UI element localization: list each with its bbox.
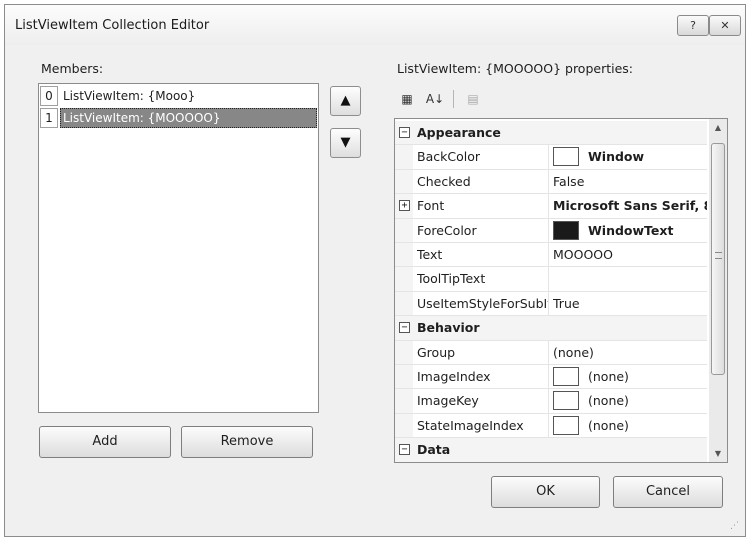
property-value[interactable]: MOOOOO	[553, 243, 707, 266]
category-data[interactable]: − Data	[395, 438, 707, 462]
properties-label: ListViewItem: {MOOOOO} properties:	[397, 61, 634, 76]
property-grid-toolbar: ▦ A↓ ▤	[393, 87, 493, 111]
property-value[interactable]: True	[553, 292, 707, 315]
ok-button[interactable]: OK	[491, 476, 600, 508]
property-pages-icon[interactable]: ▤	[462, 89, 484, 109]
collapse-icon[interactable]: −	[399, 444, 410, 456]
close-button[interactable]: ✕	[709, 15, 741, 36]
color-swatch	[553, 220, 579, 240]
scroll-down-icon[interactable]: ▼	[709, 445, 727, 462]
row-margin	[395, 169, 413, 194]
toolbar-separator	[453, 90, 454, 108]
help-button[interactable]: ?	[677, 15, 709, 36]
property-value-text: (none)	[588, 393, 629, 409]
property-value[interactable]: Microsoft Sans Serif, 8	[553, 194, 707, 217]
collection-editor-window: ListViewItem Collection Editor ? ✕ Membe…	[4, 4, 746, 537]
property-name: StateImageIndex	[417, 413, 549, 438]
property-name: Group	[417, 340, 549, 364]
member-label: ListViewItem: {Mooo}	[63, 89, 196, 103]
cancel-button[interactable]: Cancel	[613, 476, 723, 508]
property-row-backcolor[interactable]: BackColor Window	[395, 145, 707, 170]
vertical-scrollbar[interactable]: ▲ ▼	[709, 119, 727, 462]
category-name: Appearance	[417, 125, 501, 140]
category-appearance[interactable]: − Appearance	[395, 121, 707, 146]
property-name: ToolTipText	[417, 267, 549, 291]
remove-button[interactable]: Remove	[181, 426, 313, 458]
property-name: Text	[417, 243, 549, 267]
scroll-thumb[interactable]	[711, 143, 725, 375]
property-row-imagekey[interactable]: ImageKey (none)	[395, 389, 707, 414]
member-index: 0	[40, 86, 58, 106]
property-value[interactable]: (none)	[553, 341, 707, 364]
categorized-icon[interactable]: ▦	[396, 89, 418, 109]
member-item-1[interactable]: 1 ListViewItem: {MOOOOO}	[40, 107, 317, 129]
row-margin	[395, 389, 413, 413]
property-row-text[interactable]: Text MOOOOO	[395, 243, 707, 268]
add-button[interactable]: Add	[39, 426, 171, 458]
property-value-text: WindowText	[588, 222, 674, 238]
member-label: ListViewItem: {MOOOOO}	[60, 108, 317, 128]
property-name: ForeColor	[417, 218, 549, 242]
property-name: ImageIndex	[417, 365, 549, 389]
property-row-forecolor[interactable]: ForeColor WindowText	[395, 218, 707, 243]
property-name: Font	[417, 194, 549, 218]
row-margin	[395, 243, 413, 267]
property-value[interactable]: (none)	[553, 389, 707, 412]
property-value[interactable]: WindowText	[553, 219, 707, 242]
arrow-down-icon: ▼	[340, 135, 351, 150]
image-preview-box	[553, 391, 579, 411]
scroll-up-icon[interactable]: ▲	[709, 119, 727, 136]
property-row-checked[interactable]: Checked False	[395, 169, 707, 195]
property-value[interactable]: False	[553, 170, 707, 193]
property-row-tooltiptext[interactable]: ToolTipText	[395, 267, 707, 292]
move-down-button[interactable]: ▼	[330, 128, 361, 158]
collapse-icon[interactable]: −	[399, 322, 410, 334]
members-label: Members:	[41, 61, 104, 76]
property-row-imageindex[interactable]: ImageIndex (none)	[395, 365, 707, 390]
row-margin	[395, 218, 413, 242]
property-name: UseItemStyleForSubItems	[417, 291, 549, 316]
member-item-0[interactable]: 0 ListViewItem: {Mooo}	[40, 85, 317, 107]
image-preview-box	[553, 367, 579, 386]
members-list[interactable]: 0 ListViewItem: {Mooo} 1 ListViewItem: {…	[38, 83, 319, 413]
category-behavior[interactable]: − Behavior	[395, 316, 707, 341]
member-index: 1	[40, 108, 58, 128]
property-value[interactable]	[553, 267, 707, 290]
resize-grip-icon[interactable]: ⋰	[730, 521, 742, 533]
row-margin	[395, 291, 413, 316]
row-margin	[395, 340, 413, 364]
property-row-font[interactable]: + Font Microsoft Sans Serif, 8	[395, 194, 707, 219]
move-up-button[interactable]: ▲	[330, 86, 361, 116]
thumb-grip-icon	[715, 252, 722, 259]
property-grid[interactable]: − Appearance BackColor Window Checked Fa…	[394, 118, 728, 463]
property-name: BackColor	[417, 145, 549, 169]
property-name: Checked	[417, 169, 549, 194]
row-margin	[395, 145, 413, 169]
property-value[interactable]: (none)	[553, 414, 707, 437]
category-name: Behavior	[417, 320, 480, 336]
title-bar: ListViewItem Collection Editor ? ✕	[5, 5, 745, 45]
window-title: ListViewItem Collection Editor	[15, 18, 210, 33]
property-row-group[interactable]: Group (none)	[395, 340, 707, 365]
property-value[interactable]: (none)	[553, 365, 707, 388]
alphabetical-sort-icon[interactable]: A↓	[424, 89, 446, 109]
row-margin	[395, 365, 413, 389]
expand-icon[interactable]: +	[399, 200, 410, 212]
image-preview-box	[553, 415, 579, 435]
property-value-text: (none)	[588, 417, 629, 433]
property-value[interactable]: Window	[553, 145, 707, 168]
color-swatch	[553, 147, 579, 167]
arrow-up-icon: ▲	[340, 93, 351, 108]
category-name: Data	[417, 442, 451, 458]
property-name: ImageKey	[417, 389, 549, 413]
property-row-useitemstyle[interactable]: UseItemStyleForSubItems True	[395, 291, 707, 317]
collapse-icon[interactable]: −	[399, 127, 410, 138]
row-margin	[395, 413, 413, 438]
row-margin	[395, 267, 413, 291]
property-value-text: (none)	[588, 369, 629, 384]
property-row-stateimageindex[interactable]: StateImageIndex (none)	[395, 413, 707, 439]
property-value-text: Window	[588, 149, 645, 165]
